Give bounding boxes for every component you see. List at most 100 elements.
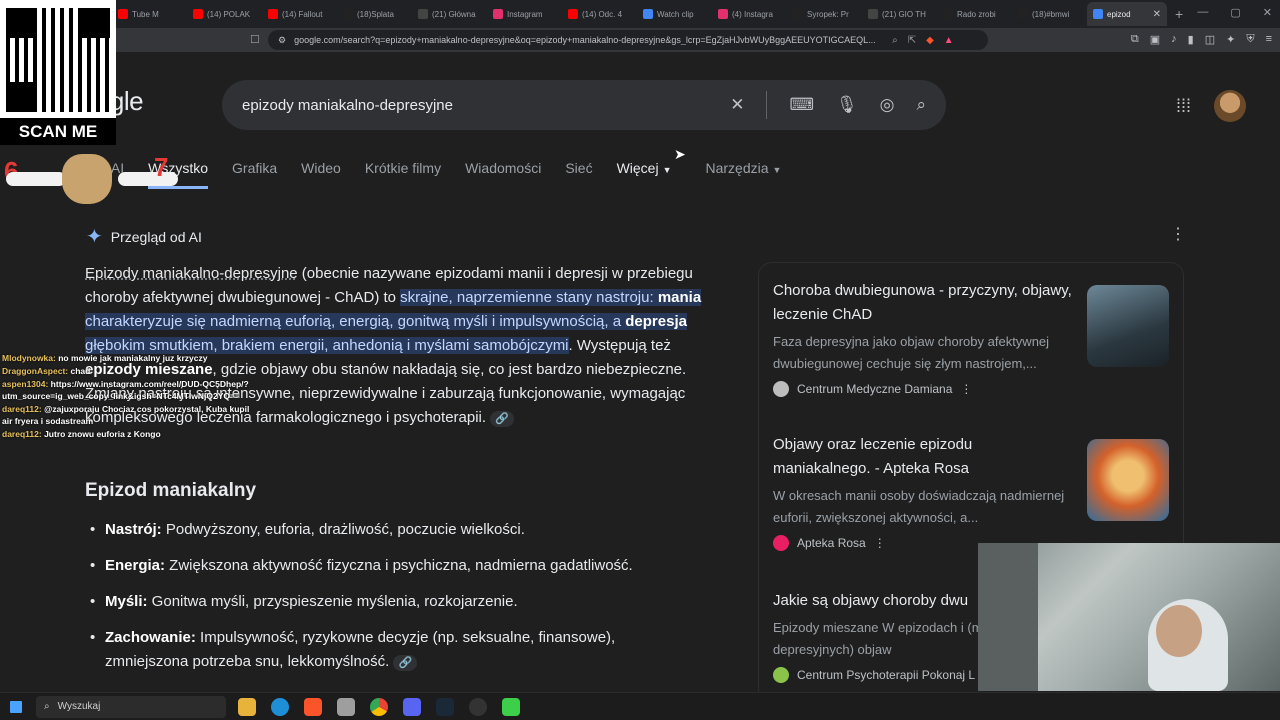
music-icon[interactable]: ♪	[1171, 33, 1177, 46]
hand-graphic	[118, 172, 178, 186]
tab-images[interactable]: Grafika	[232, 160, 277, 189]
media-app-icon[interactable]	[502, 697, 520, 716]
brave-shield-icon[interactable]: ◆	[926, 35, 934, 46]
search-icon: ⌕	[44, 701, 50, 712]
browser-tab[interactable]: Tube M	[112, 2, 187, 26]
list-item: Energia: Zwiększona aktywność fizyczna i…	[90, 554, 685, 578]
source-link-icon[interactable]: 🔗	[490, 411, 514, 427]
address-bar[interactable]: ⚙ google.com/search?q=epizody+maniakalno…	[268, 30, 988, 50]
more-options-icon[interactable]: ⋮	[874, 536, 886, 550]
tab-favicon-icon	[268, 9, 278, 19]
tab-label: (18)Splata	[357, 9, 394, 19]
windows-start-icon[interactable]	[10, 700, 22, 713]
site-info-icon[interactable]: ⚙	[278, 35, 286, 46]
divider	[766, 91, 768, 119]
browser-tab[interactable]: Rado zrobi	[937, 2, 1012, 26]
keyboard-icon[interactable]: ⌨	[789, 95, 814, 115]
tab-favicon-icon	[193, 9, 203, 19]
browser-tab[interactable]: Syropek: Pr	[787, 2, 862, 26]
lens-icon[interactable]: ◎	[880, 95, 895, 115]
minimize-icon[interactable]: —	[1197, 6, 1208, 19]
source-thumbnail[interactable]	[1087, 285, 1169, 367]
tab-label: Syropek: Pr	[807, 9, 849, 19]
browser-tab[interactable]: (18)Splata	[337, 2, 412, 26]
chat-message: dareq112: Jutro znowu euforia z Kongo	[2, 429, 161, 439]
browser-tab[interactable]: (14) Fallout	[262, 2, 337, 26]
app-icon[interactable]	[337, 697, 355, 716]
tab-tools[interactable]: Narzędzia ▼	[706, 160, 782, 189]
taskbar-search-label: Wyszukaj	[57, 701, 101, 712]
browser-tab[interactable]: (18)#bmwi	[1012, 2, 1087, 26]
share-icon[interactable]: ⇱	[908, 35, 916, 46]
extensions-icon[interactable]: ⧉	[1131, 33, 1139, 46]
obs-icon[interactable]	[469, 697, 487, 716]
tab-more[interactable]: Więcej ▼	[617, 160, 672, 189]
source-title[interactable]: Choroba dwubiegunowa - przyczyny, objawy…	[773, 279, 1073, 327]
maximize-icon[interactable]: ▢	[1230, 6, 1240, 19]
search-icon[interactable]: ⌕	[916, 95, 926, 115]
more-options-icon[interactable]: ⋮	[1170, 224, 1186, 244]
site-favicon-icon	[773, 381, 789, 397]
tab-short-videos[interactable]: Krótkie filmy	[365, 160, 441, 189]
avatar[interactable]	[1214, 90, 1246, 122]
taskbar-search[interactable]: ⌕ Wyszukaj	[36, 695, 226, 718]
browser-tab[interactable]: Watch clip	[637, 2, 712, 26]
brave-icon[interactable]	[304, 697, 322, 716]
apps-grid-icon[interactable]: ⁞⁞⁞	[1176, 96, 1191, 117]
browser-tab[interactable]: (14) Odc. 4	[562, 2, 637, 26]
source-card[interactable]: Objawy oraz leczenie epizodu maniakalneg…	[773, 433, 1173, 551]
microphone-icon[interactable]: 🎙	[836, 95, 858, 115]
bookmark-icon[interactable]: ☐	[250, 33, 260, 46]
tab-label: epizod	[1107, 9, 1131, 19]
symptom-list: Nastrój: Podwyższony, euforia, drażliwoś…	[90, 518, 685, 686]
chrome-icon[interactable]	[370, 697, 388, 716]
rewards-icon[interactable]: ▲	[944, 35, 954, 46]
tab-favicon-icon	[793, 9, 803, 19]
steam-icon[interactable]	[436, 697, 454, 716]
wallet-icon[interactable]: ◫	[1205, 33, 1215, 46]
tab-news[interactable]: Wiadomości	[465, 160, 541, 189]
zoom-icon[interactable]: ⌕	[892, 35, 898, 46]
tab-videos[interactable]: Wideo	[301, 160, 341, 189]
tab-favicon-icon	[1093, 9, 1103, 19]
clear-icon[interactable]: ✕	[730, 95, 744, 115]
tab-label: Instagram	[507, 9, 543, 19]
ai-term-link[interactable]: Epizody maniakalno-depresyjne	[85, 265, 298, 282]
reader-icon[interactable]: ▮	[1188, 33, 1194, 46]
browser-tab[interactable]: (21) Główna	[412, 2, 487, 26]
list-item: Myśli: Gonitwa myśli, przyspieszenie myś…	[90, 590, 685, 614]
ai-icon[interactable]: ✦	[1226, 33, 1235, 46]
ai-overview-header: ✦ Przegląd od AI	[86, 224, 202, 249]
more-options-icon[interactable]: ⋮	[960, 382, 972, 396]
source-link-icon[interactable]: 🔗	[393, 655, 418, 671]
taskbar-apps	[238, 697, 520, 716]
chat-message: Mlodynowka: no mowie jak maniakalny juz …	[2, 353, 208, 363]
browser-tab[interactable]: (4) Instagra	[712, 2, 787, 26]
source-thumbnail[interactable]	[1087, 439, 1169, 521]
tab-label: Rado zrobi	[957, 9, 996, 19]
new-tab-button[interactable]: +	[1167, 6, 1191, 22]
mouse-cursor-icon: ➤	[674, 146, 686, 162]
browser-tab[interactable]: epizod ✕	[1087, 2, 1167, 26]
close-window-icon[interactable]: ✕	[1263, 6, 1272, 19]
number-seven-graphic: 7	[154, 152, 169, 182]
search-box[interactable]: epizody maniakalno-depresyjne ✕ ⌨ 🎙 ◎ ⌕	[222, 80, 946, 130]
close-tab-icon[interactable]: ✕	[1153, 9, 1161, 20]
browser-tab[interactable]: (21) GIO TH	[862, 2, 937, 26]
browser-tab[interactable]: (14) POLAK	[187, 2, 262, 26]
source-title[interactable]: Objawy oraz leczenie epizodu maniakalneg…	[773, 433, 1073, 481]
source-card[interactable]: Choroba dwubiegunowa - przyczyny, objawy…	[773, 279, 1173, 397]
edge-icon[interactable]	[271, 697, 289, 716]
windows-taskbar: ⌕ Wyszukaj	[0, 692, 1280, 720]
sidebar-icon[interactable]: ▣	[1150, 33, 1160, 46]
file-explorer-icon[interactable]	[238, 697, 256, 716]
menu-icon[interactable]: ≡	[1266, 33, 1272, 46]
browser-tab[interactable]: Instagram	[487, 2, 562, 26]
source-site: Centrum Psychoterapii Pokonaj L	[797, 668, 976, 682]
vpn-icon[interactable]: ⛨	[1246, 33, 1254, 46]
tab-web[interactable]: Sieć	[565, 160, 592, 189]
ai-overview-title: Przegląd od AI	[110, 228, 202, 245]
source-snippet: Faza depresyjna jako objaw choroby afekt…	[773, 334, 1050, 371]
discord-icon[interactable]	[403, 697, 421, 716]
search-input[interactable]: epizody maniakalno-depresyjne	[242, 97, 730, 114]
